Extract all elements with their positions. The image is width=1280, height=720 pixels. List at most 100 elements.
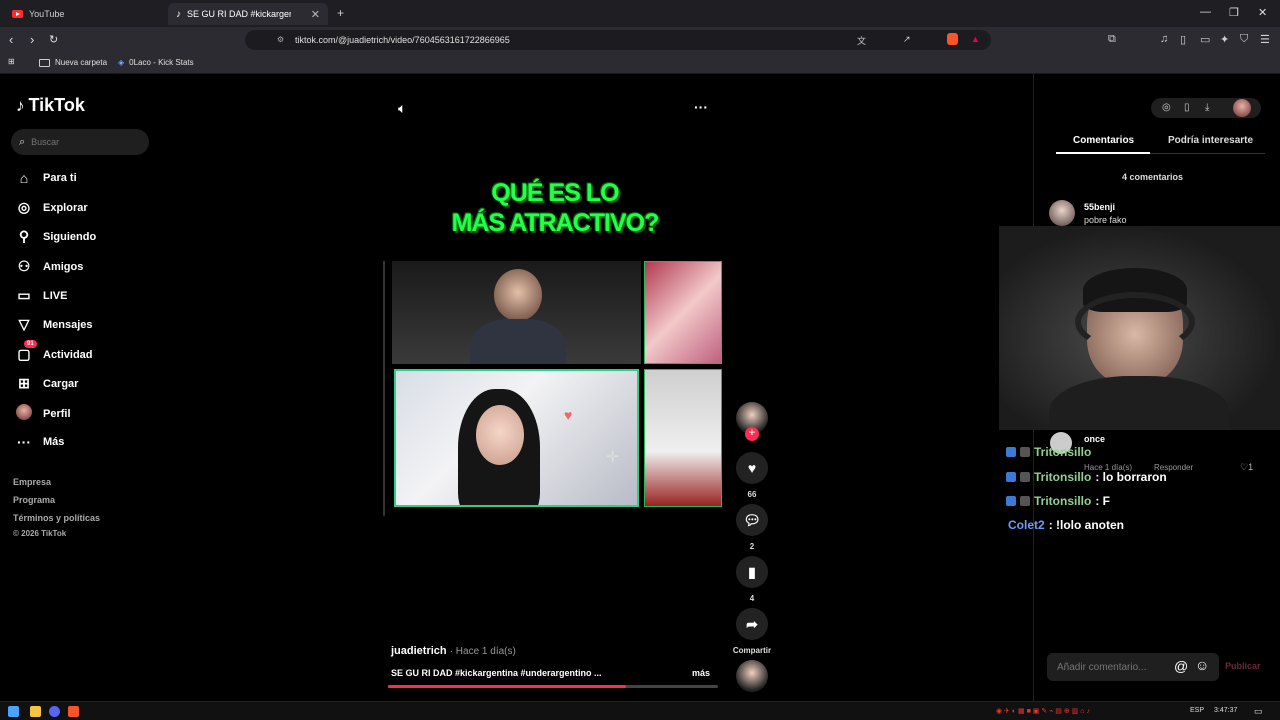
forward-icon[interactable]: › [30,32,34,47]
compass-icon[interactable]: ◎ [1162,102,1171,113]
sidebar-item-label: Siguiendo [43,230,97,243]
avatar[interactable] [1233,99,1251,117]
bookmark-nueva-carpeta[interactable]: Nueva carpeta [39,58,107,67]
bookmark-icon: ▮ [736,556,768,588]
streamer-webcam-overlay [999,226,1280,430]
overlay-title-line: MÁS ATRACTIVO? [451,209,660,237]
footer-link-programa[interactable]: Programa [13,495,55,505]
notifications-icon[interactable]: ▭ [1254,706,1263,717]
sidebar-icon[interactable]: ▯ [1180,33,1186,46]
volume-icon[interactable]: 🔈︎ [398,100,406,117]
add-comment-box[interactable] [1047,653,1219,681]
wallet-icon[interactable]: ▭ [1200,33,1210,46]
post-comment-button[interactable]: Publicar [1225,661,1261,671]
save-button[interactable]: ▮ 4 [736,556,768,603]
sidebar-item-para-ti[interactable]: ⌂ Para ti [15,170,77,186]
sidebar-item-siguiendo[interactable]: ⚲ Siguiendo [15,228,96,245]
video-progress-bar[interactable] [388,685,718,688]
vpn-icon[interactable]: ⛉ [1240,33,1248,46]
search-input[interactable] [31,137,132,147]
site-info-icon[interactable]: ⚙ [277,35,284,44]
tab-label: YouTube [29,9,65,19]
url-bar[interactable]: ⚙ tiktok.com/@juadietrich/video/76045631… [245,30,991,50]
music-disc-button[interactable] [736,660,768,698]
tray-icons[interactable]: ◉ ✈ ◐ ▦ ■ ▣ ✎ ⌁ ▤ ⊕ ▥ ⌂ ♪ [996,707,1090,715]
rewards-icon[interactable]: ▲ [971,34,980,44]
sidebar-item-live[interactable]: ▭ LIVE [15,287,67,304]
close-icon[interactable]: ✕ [311,8,320,21]
sidebar-item-mensajes[interactable]: ▽ Mensajes [15,316,93,333]
sidebar-item-cargar[interactable]: ⊞ Cargar [15,375,78,392]
expand-description-button[interactable]: más [692,668,710,678]
emoji-icon[interactable]: ☺ [1195,657,1209,673]
comment-icon: 💬︎ [736,504,768,536]
file-explorer-icon[interactable] [30,706,41,717]
bookmark-label: 0Laco - Kick Stats [129,58,194,67]
bookmarks-bar: ⊞ Nueva carpeta ◈ 0Laco - Kick Stats [0,53,1280,74]
video-description: SE GU RI DAD #kickargentina #underargent… [391,668,602,678]
close-window-icon[interactable]: ✕ [1258,6,1267,19]
sidebar-item-explorar[interactable]: ◎ Explorar [15,199,88,216]
follow-plus-icon[interactable]: + [745,427,759,441]
menu-icon[interactable]: ☰ [1260,33,1270,46]
badge-icon [1006,496,1016,506]
comment-like-button[interactable]: ♡1 [1240,462,1253,473]
music-icon[interactable]: ♫ [1160,33,1168,45]
apps-icon[interactable]: ⊞ [8,57,15,66]
comment-button[interactable]: 💬︎ 2 [736,504,768,551]
new-tab-button[interactable]: + [337,6,344,20]
leo-icon[interactable]: ✦ [1220,33,1229,46]
sidebar-item-label: Cargar [43,377,79,390]
tiktok-logo[interactable]: ♪ TikTok [16,95,85,116]
minimize-icon[interactable]: — [1200,6,1211,18]
copyright: © 2026 TikTok [13,529,67,538]
search-box[interactable]: ⌕ [11,129,149,155]
tab-podria-interesarte[interactable]: Podría interesarte [1168,135,1253,146]
sidebar-item-label: Actividad [43,348,93,361]
discord-icon[interactable] [49,706,60,717]
heart-decoration-icon: ♥ [564,407,573,423]
reload-icon[interactable]: ↻ [49,33,58,46]
clock[interactable]: 3:47:37 [1214,707,1237,714]
share-icon[interactable]: ↗ [903,34,911,45]
headphones [1075,292,1195,352]
footer-link-terminos[interactable]: Términos y políticas [13,513,100,523]
extensions-icon[interactable]: ⧉ [1108,33,1116,46]
back-icon[interactable]: ‹ [9,32,13,47]
sidebar-item-actividad[interactable]: ▢ 91 Actividad [15,340,93,363]
tab-tiktok-video[interactable]: ♪ SE GU RI DAD #kickargentina ✕ [168,3,328,25]
bookmark-kick-stats[interactable]: ◈ 0Laco - Kick Stats [118,58,194,67]
more-options-icon[interactable]: ··· [694,99,708,115]
tab-youtube[interactable]: YouTube [4,3,166,25]
tab-divider [1150,153,1265,154]
comment-author[interactable]: once [1084,434,1105,444]
sidebar-item-label: Perfil [43,407,71,420]
like-button[interactable]: ♥ 66 [736,452,768,499]
sidebar-item-mas[interactable]: ··· Más [15,434,64,450]
brave-icon[interactable] [68,706,79,717]
download-icon[interactable]: ⤓ [1205,102,1209,113]
tab-label: SE GU RI DAD #kickargentina [187,9,291,19]
share-button[interactable]: ➦ Compartir [730,608,774,655]
author-name[interactable]: juadietrich [391,645,447,657]
tab-comentarios[interactable]: Comentarios [1073,135,1134,146]
sidebar-item-perfil[interactable]: Perfil [15,404,71,423]
live-icon: ▭ [17,287,31,303]
device-icon[interactable]: ▯ [1184,102,1190,113]
address-toolbar: ‹ › ↻ ☐ ⚙ tiktok.com/@juadietrich/video/… [0,27,1280,53]
comment-input[interactable] [1057,661,1177,673]
brave-shield-icon[interactable] [947,33,958,45]
footer-link-empresa[interactable]: Empresa [13,477,51,487]
mention-icon[interactable]: @ [1174,658,1188,674]
windows-start-icon[interactable] [8,706,19,717]
avatar[interactable] [1049,200,1075,226]
creator-avatar-button[interactable]: + [736,402,768,441]
restore-icon[interactable]: ❐ [1229,6,1239,19]
video-author[interactable]: juadietrich · Hace 1 día(s) [391,645,516,657]
search-icon: ⌕ [19,135,26,148]
language-indicator[interactable]: ESP [1190,707,1204,714]
translate-icon[interactable]: 文 [857,34,866,47]
video-edge [383,261,385,516]
sidebar-item-amigos[interactable]: ⚇ Amigos [15,258,84,275]
comment-author[interactable]: 55benji [1084,202,1115,212]
